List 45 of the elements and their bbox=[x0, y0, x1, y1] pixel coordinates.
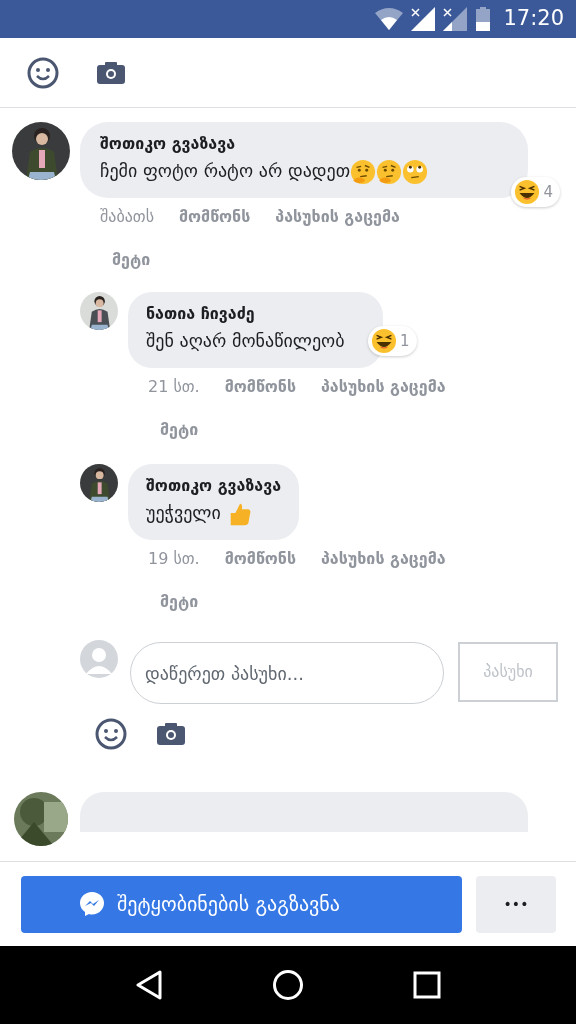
comment-time: შაბათს bbox=[100, 206, 154, 228]
back-icon[interactable] bbox=[134, 970, 163, 1000]
laughing-face-icon bbox=[514, 179, 541, 205]
camera-icon[interactable] bbox=[157, 723, 185, 745]
like-link[interactable]: მომწონს bbox=[224, 548, 296, 570]
reaction-count: 1 bbox=[400, 330, 410, 352]
reply-button[interactable]: პასუხი bbox=[458, 642, 558, 702]
author-name[interactable]: შოთიკო გვაზავა bbox=[100, 132, 508, 156]
signal-icon bbox=[443, 7, 468, 31]
recents-icon[interactable] bbox=[413, 971, 442, 999]
comment-time: 21 სთ. bbox=[148, 376, 200, 398]
thinking-face-icon bbox=[376, 159, 403, 185]
home-icon[interactable] bbox=[272, 969, 304, 1001]
more-link[interactable]: მეტი bbox=[160, 418, 199, 442]
reply-link[interactable]: პასუხის გაცემა bbox=[275, 206, 400, 228]
reaction-count: 4 bbox=[543, 181, 553, 203]
comment-text: შენ აღარ მონაწილეობ bbox=[146, 330, 345, 351]
eye-roll-face-icon bbox=[402, 159, 429, 185]
thinking-face-icon bbox=[350, 159, 377, 185]
more-link[interactable]: მეტი bbox=[112, 248, 151, 272]
comment-text: უეჭველი bbox=[146, 502, 221, 523]
comment-text: ჩემი ფოტო რატო არ დადეთ bbox=[100, 160, 351, 181]
reaction-badge[interactable]: 1 bbox=[368, 326, 417, 356]
reaction-badge[interactable]: 4 bbox=[511, 177, 560, 207]
comment-time: 19 სთ. bbox=[148, 548, 200, 570]
like-link[interactable]: მომწონს bbox=[179, 206, 251, 228]
messenger-icon bbox=[79, 891, 105, 917]
signal-icon bbox=[411, 7, 436, 31]
reply-input-field[interactable]: დაწერეთ პასუხი... bbox=[130, 642, 444, 704]
battery-icon bbox=[475, 7, 492, 31]
avatar-icon bbox=[80, 640, 118, 678]
emoji-icon[interactable] bbox=[95, 718, 127, 750]
camera-icon[interactable] bbox=[97, 61, 125, 84]
like-link[interactable]: მომწონს bbox=[224, 376, 296, 398]
wifi-icon bbox=[375, 8, 404, 30]
author-name[interactable]: შოთიკო გვაზავა bbox=[146, 474, 282, 498]
reply-link[interactable]: პასუხის გაცემა bbox=[321, 376, 446, 398]
emoji-icon[interactable] bbox=[27, 56, 59, 89]
clock-time: 17:20 bbox=[503, 5, 564, 33]
more-link[interactable]: მეტი bbox=[160, 590, 199, 614]
send-message-button[interactable]: შეტყობინების გაგზავნა bbox=[21, 875, 462, 933]
laughing-face-icon bbox=[371, 328, 397, 354]
more-button[interactable]: ••• bbox=[476, 875, 556, 933]
author-name[interactable]: ნათია ჩივაძე bbox=[146, 302, 365, 326]
reply-link[interactable]: პასუხის გაცემა bbox=[321, 548, 446, 570]
